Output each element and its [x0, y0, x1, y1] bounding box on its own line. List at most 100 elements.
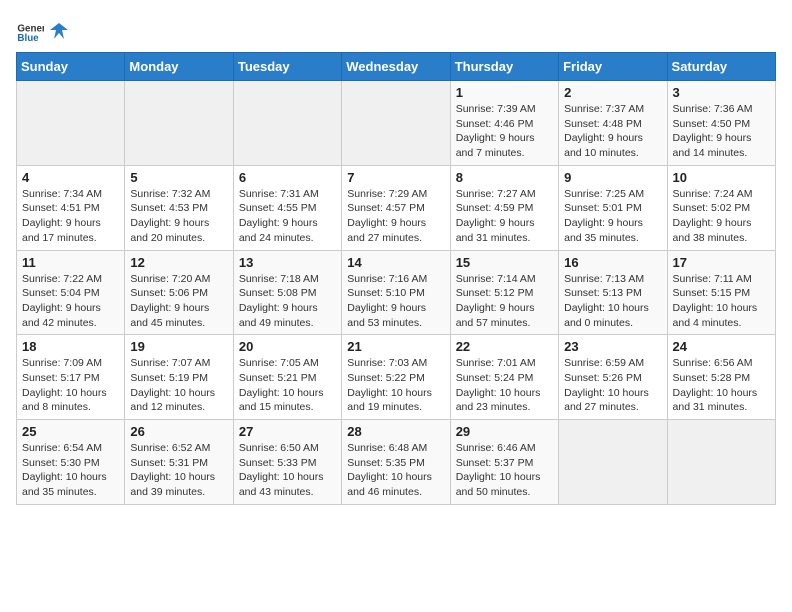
day-info: Sunrise: 7:25 AM Sunset: 5:01 PM Dayligh…	[564, 187, 661, 246]
calendar-cell: 11 Sunrise: 7:22 AM Sunset: 5:04 PM Dayli…	[17, 250, 125, 335]
svg-text:Blue: Blue	[17, 33, 39, 44]
calendar-cell	[559, 420, 667, 505]
day-info: Sunrise: 6:52 AM Sunset: 5:31 PM Dayligh…	[130, 441, 227, 500]
calendar-week-row: 18 Sunrise: 7:09 AM Sunset: 5:17 PM Dayli…	[17, 335, 776, 420]
day-info: Sunrise: 7:07 AM Sunset: 5:19 PM Dayligh…	[130, 356, 227, 415]
weekday-header: Friday	[559, 53, 667, 81]
calendar-cell: 4 Sunrise: 7:34 AM Sunset: 4:51 PM Daylig…	[17, 165, 125, 250]
calendar-cell: 9 Sunrise: 7:25 AM Sunset: 5:01 PM Daylig…	[559, 165, 667, 250]
day-info: Sunrise: 7:29 AM Sunset: 4:57 PM Dayligh…	[347, 187, 444, 246]
calendar-cell: 18 Sunrise: 7:09 AM Sunset: 5:17 PM Dayli…	[17, 335, 125, 420]
calendar-cell: 26Sunrise: 6:52 AM Sunset: 5:31 PM Dayli…	[125, 420, 233, 505]
calendar-cell	[233, 81, 341, 166]
day-number: 11	[22, 255, 119, 270]
day-info: Sunrise: 7:13 AM Sunset: 5:13 PM Dayligh…	[564, 272, 661, 331]
calendar-cell: 2Sunrise: 7:37 AM Sunset: 4:48 PM Daylig…	[559, 81, 667, 166]
day-info: Sunrise: 6:46 AM Sunset: 5:37 PM Dayligh…	[456, 441, 553, 500]
calendar-header-row: SundayMondayTuesdayWednesdayThursdayFrid…	[17, 53, 776, 81]
day-info: Sunrise: 7:22 AM Sunset: 5:04 PM Dayligh…	[22, 272, 119, 331]
day-number: 5	[130, 170, 227, 185]
logo-icon: General Blue	[16, 16, 44, 44]
day-number: 8	[456, 170, 553, 185]
calendar-cell	[342, 81, 450, 166]
logo-bird-icon	[50, 21, 68, 39]
calendar-cell	[17, 81, 125, 166]
day-info: Sunrise: 7:16 AM Sunset: 5:10 PM Dayligh…	[347, 272, 444, 331]
day-number: 23	[564, 339, 661, 354]
day-number: 25	[22, 424, 119, 439]
day-number: 27	[239, 424, 336, 439]
day-number: 28	[347, 424, 444, 439]
weekday-header: Tuesday	[233, 53, 341, 81]
day-info: Sunrise: 7:24 AM Sunset: 5:02 PM Dayligh…	[673, 187, 770, 246]
calendar-cell: 3 Sunrise: 7:36 AM Sunset: 4:50 PM Daylig…	[667, 81, 775, 166]
weekday-header: Monday	[125, 53, 233, 81]
day-info: Sunrise: 6:59 AM Sunset: 5:26 PM Dayligh…	[564, 356, 661, 415]
day-info: Sunrise: 7:36 AM Sunset: 4:50 PM Dayligh…	[673, 102, 770, 161]
calendar-cell: 15 Sunrise: 7:14 AM Sunset: 5:12 PM Dayli…	[450, 250, 558, 335]
day-number: 18	[22, 339, 119, 354]
day-number: 20	[239, 339, 336, 354]
weekday-header: Saturday	[667, 53, 775, 81]
calendar-cell: 6 Sunrise: 7:31 AM Sunset: 4:55 PM Daylig…	[233, 165, 341, 250]
day-info: Sunrise: 7:11 AM Sunset: 5:15 PM Dayligh…	[673, 272, 770, 331]
calendar-cell: 21Sunrise: 7:03 AM Sunset: 5:22 PM Dayli…	[342, 335, 450, 420]
day-info: Sunrise: 6:50 AM Sunset: 5:33 PM Dayligh…	[239, 441, 336, 500]
day-number: 4	[22, 170, 119, 185]
calendar-cell: 19 Sunrise: 7:07 AM Sunset: 5:19 PM Dayli…	[125, 335, 233, 420]
day-info: Sunrise: 7:09 AM Sunset: 5:17 PM Dayligh…	[22, 356, 119, 415]
day-number: 16	[564, 255, 661, 270]
calendar-cell	[667, 420, 775, 505]
day-info: Sunrise: 7:39 AM Sunset: 4:46 PM Dayligh…	[456, 102, 553, 161]
day-info: Sunrise: 7:01 AM Sunset: 5:24 PM Dayligh…	[456, 356, 553, 415]
day-number: 3	[673, 85, 770, 100]
day-number: 6	[239, 170, 336, 185]
weekday-header: Thursday	[450, 53, 558, 81]
calendar-cell: 24 Sunrise: 6:56 AM Sunset: 5:28 PM Dayli…	[667, 335, 775, 420]
day-number: 29	[456, 424, 553, 439]
calendar-week-row: 1Sunrise: 7:39 AM Sunset: 4:46 PM Daylig…	[17, 81, 776, 166]
calendar-cell: 29 Sunrise: 6:46 AM Sunset: 5:37 PM Dayli…	[450, 420, 558, 505]
calendar-week-row: 4 Sunrise: 7:34 AM Sunset: 4:51 PM Daylig…	[17, 165, 776, 250]
day-number: 10	[673, 170, 770, 185]
day-info: Sunrise: 7:34 AM Sunset: 4:51 PM Dayligh…	[22, 187, 119, 246]
day-number: 24	[673, 339, 770, 354]
calendar-cell: 10 Sunrise: 7:24 AM Sunset: 5:02 PM Dayli…	[667, 165, 775, 250]
day-number: 7	[347, 170, 444, 185]
weekday-header: Wednesday	[342, 53, 450, 81]
weekday-header: Sunday	[17, 53, 125, 81]
calendar-cell: 27 Sunrise: 6:50 AM Sunset: 5:33 PM Dayli…	[233, 420, 341, 505]
day-number: 22	[456, 339, 553, 354]
day-info: Sunrise: 6:48 AM Sunset: 5:35 PM Dayligh…	[347, 441, 444, 500]
day-info: Sunrise: 7:05 AM Sunset: 5:21 PM Dayligh…	[239, 356, 336, 415]
day-number: 9	[564, 170, 661, 185]
calendar-week-row: 25Sunrise: 6:54 AM Sunset: 5:30 PM Dayli…	[17, 420, 776, 505]
calendar-cell: 5 Sunrise: 7:32 AM Sunset: 4:53 PM Daylig…	[125, 165, 233, 250]
day-number: 13	[239, 255, 336, 270]
day-info: Sunrise: 7:37 AM Sunset: 4:48 PM Dayligh…	[564, 102, 661, 161]
day-info: Sunrise: 7:27 AM Sunset: 4:59 PM Dayligh…	[456, 187, 553, 246]
calendar-cell: 28 Sunrise: 6:48 AM Sunset: 5:35 PM Dayli…	[342, 420, 450, 505]
day-info: Sunrise: 7:14 AM Sunset: 5:12 PM Dayligh…	[456, 272, 553, 331]
calendar-cell: 23 Sunrise: 6:59 AM Sunset: 5:26 PM Dayli…	[559, 335, 667, 420]
calendar-cell: 22 Sunrise: 7:01 AM Sunset: 5:24 PM Dayli…	[450, 335, 558, 420]
calendar-cell: 20 Sunrise: 7:05 AM Sunset: 5:21 PM Dayli…	[233, 335, 341, 420]
calendar-cell: 17 Sunrise: 7:11 AM Sunset: 5:15 PM Dayli…	[667, 250, 775, 335]
day-info: Sunrise: 7:32 AM Sunset: 4:53 PM Dayligh…	[130, 187, 227, 246]
day-number: 15	[456, 255, 553, 270]
calendar-week-row: 11 Sunrise: 7:22 AM Sunset: 5:04 PM Dayli…	[17, 250, 776, 335]
calendar-cell: 13Sunrise: 7:18 AM Sunset: 5:08 PM Dayli…	[233, 250, 341, 335]
day-number: 19	[130, 339, 227, 354]
calendar-cell: 12Sunrise: 7:20 AM Sunset: 5:06 PM Dayli…	[125, 250, 233, 335]
day-info: Sunrise: 7:03 AM Sunset: 5:22 PM Dayligh…	[347, 356, 444, 415]
calendar-cell: 14 Sunrise: 7:16 AM Sunset: 5:10 PM Dayli…	[342, 250, 450, 335]
day-info: Sunrise: 7:31 AM Sunset: 4:55 PM Dayligh…	[239, 187, 336, 246]
day-number: 14	[347, 255, 444, 270]
calendar-cell: 8 Sunrise: 7:27 AM Sunset: 4:59 PM Daylig…	[450, 165, 558, 250]
day-info: Sunrise: 6:56 AM Sunset: 5:28 PM Dayligh…	[673, 356, 770, 415]
calendar-cell: 16 Sunrise: 7:13 AM Sunset: 5:13 PM Dayli…	[559, 250, 667, 335]
calendar-table: SundayMondayTuesdayWednesdayThursdayFrid…	[16, 52, 776, 505]
calendar-cell	[125, 81, 233, 166]
calendar-cell: 25Sunrise: 6:54 AM Sunset: 5:30 PM Dayli…	[17, 420, 125, 505]
day-number: 17	[673, 255, 770, 270]
